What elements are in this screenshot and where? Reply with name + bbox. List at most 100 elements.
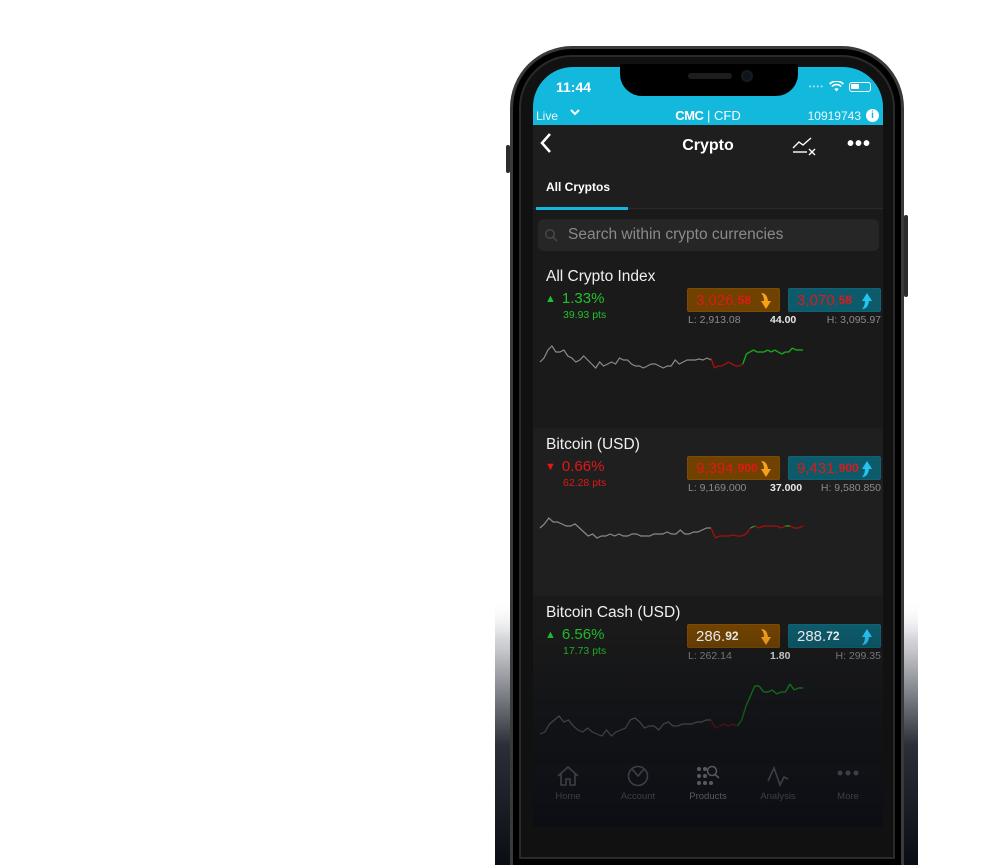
sell-price-button[interactable]: 9,394. 900 (687, 456, 780, 480)
sparkline-history-line (539, 517, 711, 539)
sparkline-segment (741, 533, 747, 537)
sparkline-segment (728, 534, 734, 537)
sparkline-segment (723, 723, 729, 727)
chart-toggle-button[interactable] (791, 135, 817, 159)
sparkline-segment (758, 525, 764, 529)
tab-products[interactable]: Products (673, 755, 743, 827)
phone-power-button (904, 215, 908, 297)
high-price: H: 3,095.97 (826, 314, 881, 326)
phone-side-button (506, 145, 510, 173)
phone-camera (741, 70, 753, 82)
sparkline-chart (539, 517, 804, 539)
sparkline-segment (715, 535, 721, 539)
sparkline-segment (741, 705, 747, 721)
buy-price-button[interactable]: 288. 72 (788, 624, 881, 648)
low-price: L: 9,169.000 (688, 482, 747, 494)
sparkline-segment (710, 719, 717, 729)
sparkline-segment (732, 534, 738, 537)
change-points: 17.73 pts (563, 645, 607, 657)
more-options-button[interactable]: ••• (847, 133, 871, 156)
search-box[interactable] (538, 219, 879, 251)
market-card[interactable]: Bitcoin Cash (USD) ▲ 6.56% 17.73 pts 286.… (533, 596, 883, 764)
market-card[interactable]: All Crypto Index ▲ 1.33% 39.93 pts 3,026.… (533, 260, 883, 428)
sparkline-segment (746, 351, 751, 355)
sell-arrow-icon (761, 293, 771, 309)
sparkline-segment (731, 363, 737, 367)
low-price: L: 2,913.08 (688, 314, 741, 326)
buy-arrow-icon (862, 293, 872, 309)
account-number: 10919743 (807, 109, 861, 123)
sell-price-button[interactable]: 3,026. 58 (687, 288, 780, 312)
sparkline-segment (767, 349, 772, 353)
change-points: 39.93 pts (563, 309, 607, 321)
bottom-tab-bar: Home Account Products Analysis More (533, 755, 883, 827)
tab-strip: All Cryptos (533, 169, 883, 210)
market-name: Bitcoin (USD) (546, 436, 640, 453)
account-bar: Live CMC | CFD 10919743 i (533, 107, 883, 125)
sparkline-segment (771, 689, 778, 695)
cellular-signal-icon: •••• (808, 82, 824, 91)
sparkline-segment (788, 347, 793, 353)
phone-speaker (688, 73, 732, 79)
sparkline-chart (539, 683, 803, 737)
info-icon[interactable]: i (866, 109, 879, 122)
hide-chart-icon (792, 137, 816, 156)
search-input[interactable] (568, 226, 868, 244)
search-section (533, 210, 883, 260)
spread: 37.000 (770, 482, 803, 494)
sell-arrow-icon (761, 629, 771, 645)
low-price: L: 262.14 (688, 650, 732, 662)
tab-home[interactable]: Home (533, 755, 603, 827)
sparkline-segment (776, 525, 782, 529)
sparkline-segment (798, 525, 804, 529)
sparkline-segment (719, 723, 725, 727)
sparkline-segment (793, 687, 799, 691)
sparkline-segment (758, 685, 765, 693)
sparkline-segment (749, 349, 754, 353)
battery-icon (849, 81, 871, 92)
tab-all-cryptos[interactable]: All Cryptos (536, 169, 628, 210)
sparkline-segment (776, 691, 782, 695)
sparkline-segment (714, 365, 719, 369)
change-percent: ▲ 1.33% (545, 290, 605, 307)
sparkline-segment (745, 527, 751, 535)
tab-label: All Cryptos (546, 180, 611, 194)
spread: 44.00 (770, 314, 797, 326)
triangle-up-icon: ▲ (545, 628, 556, 641)
change-points: 62.28 pts (563, 477, 607, 489)
sparkline-segment (763, 349, 768, 353)
home-icon (557, 765, 579, 786)
more-icon (837, 770, 859, 776)
sparkline-segment (710, 357, 716, 369)
products-icon (697, 765, 720, 785)
sparkline-segment (721, 363, 726, 367)
change-percent: ▼ 0.66% (545, 458, 605, 475)
sparkline-segment (770, 349, 776, 353)
phone-notch (620, 64, 798, 96)
account-icon (627, 765, 649, 787)
status-icons: •••• (809, 81, 871, 92)
sell-price-button[interactable]: 286. 92 (687, 624, 780, 648)
sparkline-segment (789, 525, 795, 529)
nav-bar: Crypto ••• (533, 125, 883, 169)
sparkline-segment (742, 353, 748, 365)
tab-more[interactable]: More (813, 755, 883, 827)
market-card[interactable]: Bitcoin (USD) ▼ 0.66% 62.28 pts 9,394. 900… (533, 428, 883, 596)
sparkline-segment (710, 527, 717, 539)
sparkline-segment (724, 361, 730, 365)
sparkline-segment (750, 525, 756, 529)
clock: 11:44 (556, 79, 592, 95)
tab-account[interactable]: Account (603, 755, 673, 827)
buy-price-button[interactable]: 3,070. 58 (788, 288, 881, 312)
buy-price-button[interactable]: 9,431. 900 (788, 456, 881, 480)
sparkline-segment (728, 723, 734, 727)
sparkline-segment (745, 695, 752, 707)
sparkline-segment (715, 725, 721, 729)
sell-arrow-icon (761, 461, 771, 477)
tab-analysis[interactable]: Analysis (743, 755, 813, 827)
sparkline-segment (774, 349, 779, 353)
sparkline-history-line (539, 345, 712, 369)
triangle-down-icon: ▼ (545, 460, 556, 473)
sparkline-segment (784, 683, 791, 693)
page-title: Crypto (682, 137, 734, 154)
